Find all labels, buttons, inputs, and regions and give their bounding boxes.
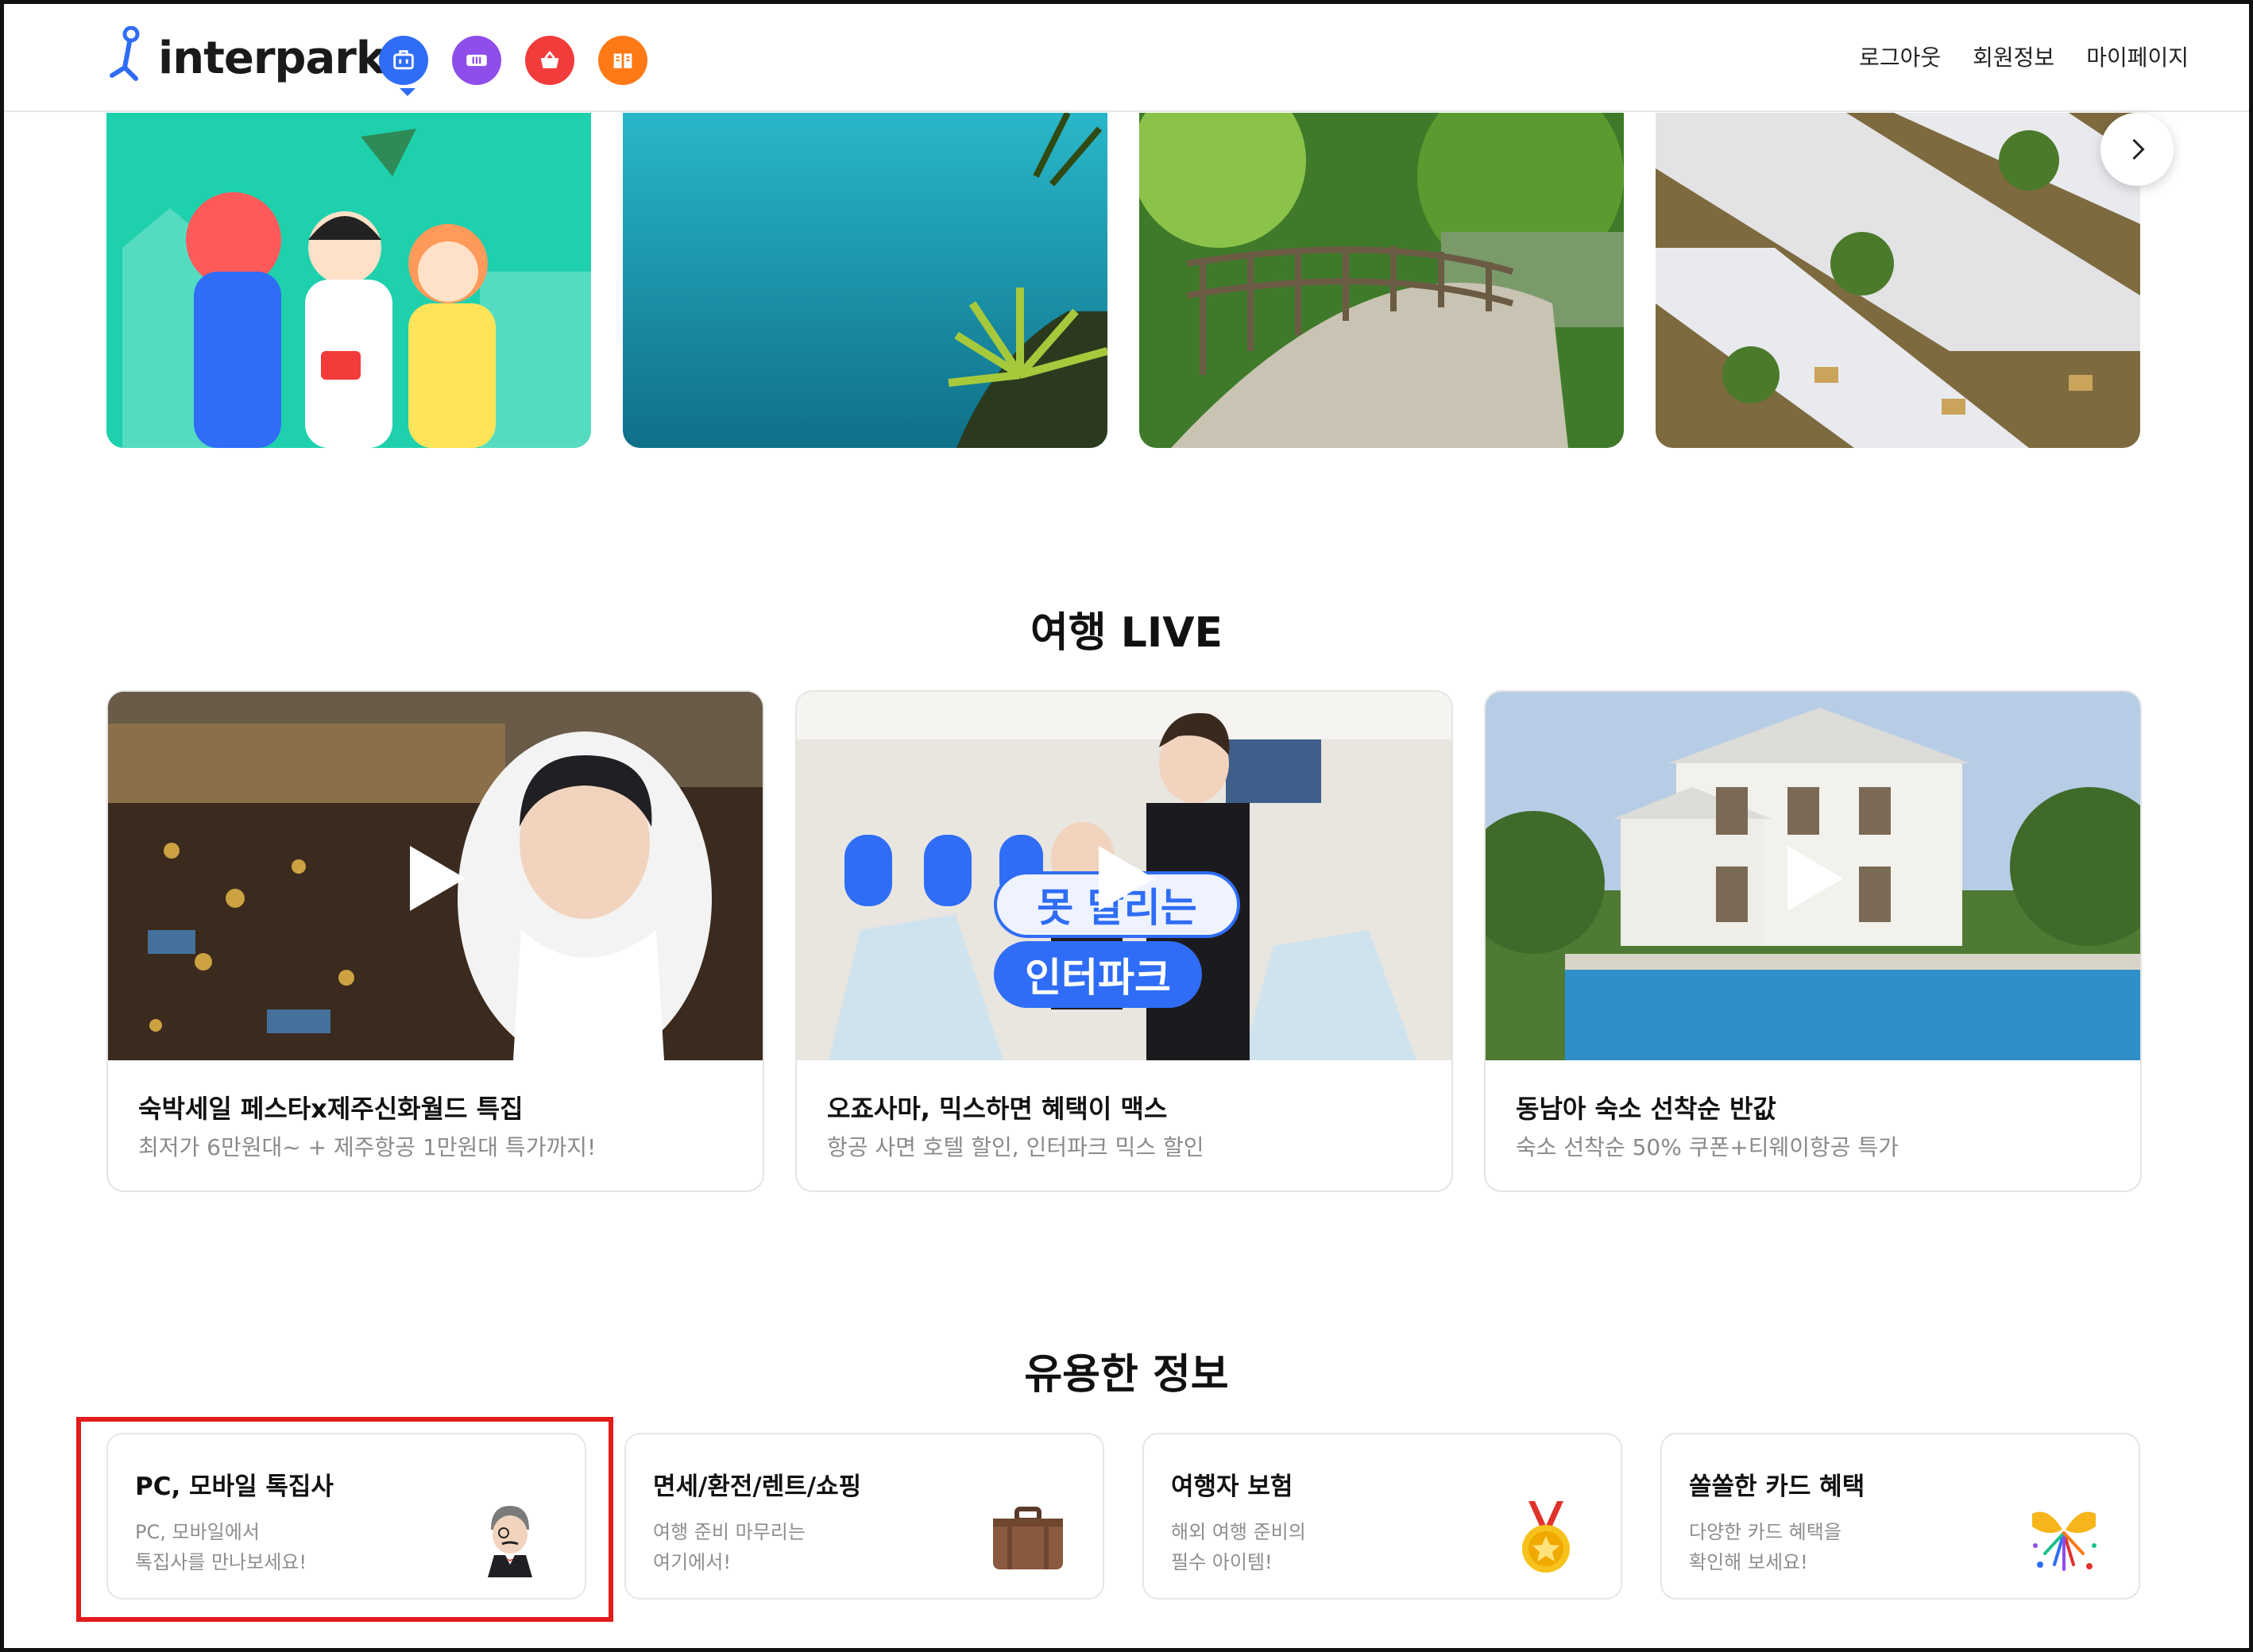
info-card-desc: 여행 준비 마무리는 여기에서! — [653, 1517, 806, 1577]
banner-card-4[interactable] — [1656, 113, 2140, 448]
interpark-logo[interactable]: interpark — [106, 26, 385, 90]
medal-icon — [1522, 1501, 1570, 1573]
info-card-duty-free[interactable]: 면세/환전/렌트/쇼핑 여행 준비 마무리는 여기에서! — [624, 1433, 1104, 1600]
banner-card-3[interactable] — [1139, 113, 1624, 448]
play-icon[interactable] — [1783, 843, 1846, 914]
ocean-palm-photo — [623, 113, 1107, 448]
play-icon[interactable] — [1094, 843, 1157, 914]
chevron-right-icon — [2132, 138, 2145, 160]
info-card-card-benefits[interactable]: 쏠쏠한 카드 혜택 다양한 카드 혜택을 확인해 보세요! — [1660, 1433, 2140, 1600]
info-card-title: 여행자 보험 — [1171, 1473, 1293, 1501]
book-icon — [613, 53, 632, 68]
travel-bag-icon — [393, 50, 414, 70]
live-card-subtitle: 숙소 선착순 50% 쿠폰+티웨이항공 특가 — [1516, 1134, 1899, 1160]
info-card-desc: 다양한 카드 혜택을 확인해 보세요! — [1689, 1517, 1841, 1577]
live-card-3[interactable]: 동남아 숙소 선착순 반값 숙소 선착순 50% 쿠폰+티웨이항공 특가 — [1484, 690, 2142, 1192]
top-nav: 로그아웃 회원정보 마이페이지 — [1859, 41, 2189, 72]
info-card-travel-insurance[interactable]: 여행자 보험 해외 여행 준비의 필수 아이템! — [1142, 1433, 1622, 1600]
banner-next-button[interactable] — [2100, 113, 2174, 186]
brand-name: interpark — [158, 32, 385, 84]
logout-link[interactable]: 로그아웃 — [1859, 41, 1941, 72]
info-section-title: 유용한 정보 — [1024, 1351, 1229, 1399]
header: interpark 로그아웃 회원정보 마이페이지 — [4, 4, 2249, 112]
garden-bridge-photo — [1139, 113, 1624, 448]
active-service-caret — [400, 88, 415, 96]
member-info-link[interactable]: 회원정보 — [1973, 41, 2054, 72]
info-card-desc: 해외 여행 준비의 필수 아이템! — [1171, 1517, 1306, 1577]
market-tents-photo — [1656, 113, 2140, 448]
confetti-icon — [2032, 1511, 2096, 1571]
mypage-link[interactable]: 마이페이지 — [2086, 41, 2189, 72]
info-card-desc-line: 확인해 보세요! — [1689, 1551, 1808, 1573]
ticket-icon — [466, 54, 487, 67]
live-card-1[interactable]: 숙박세일 페스타x제주신화월드 특집 최저가 6만원대~ + 제주항공 1만원대… — [106, 690, 764, 1192]
live-card-title: 동남아 숙소 선착순 반값 — [1516, 1094, 1776, 1124]
live-card-title: 숙박세일 페스타x제주신화월드 특집 — [138, 1094, 524, 1124]
banner-card-2[interactable] — [623, 113, 1107, 448]
shopping-service-button[interactable] — [525, 36, 574, 85]
live-thumbnail-3 — [1486, 692, 2140, 1060]
live-thumbnail-1 — [108, 692, 763, 1060]
info-card-desc-line: 필수 아이템! — [1171, 1551, 1273, 1573]
live-card-subtitle: 최저가 6만원대~ + 제주항공 1만원대 특가까지! — [138, 1134, 597, 1160]
live-section-title: 여행 LIVE — [1030, 609, 1223, 657]
overlay-tag-bottom: 인터파크 — [994, 941, 1202, 1008]
travelers-illustration — [106, 113, 591, 448]
travel-service-button[interactable] — [379, 36, 428, 85]
ticket-service-button[interactable] — [452, 36, 501, 85]
info-card-desc-line: 여기에서! — [653, 1551, 731, 1573]
info-card-desc-line: 다양한 카드 혜택을 — [1689, 1521, 1841, 1543]
info-card-desc-line: 여행 준비 마무리는 — [653, 1521, 806, 1543]
banner-card-1[interactable] — [106, 113, 591, 448]
info-card-desc-line: 해외 여행 준비의 — [1171, 1521, 1306, 1543]
play-icon[interactable] — [405, 843, 469, 914]
live-card-subtitle: 항공 사면 호텔 할인, 인터파크 믹스 할인 — [827, 1134, 1204, 1160]
suitcase-icon — [993, 1507, 1063, 1569]
highlight-box — [76, 1417, 613, 1622]
live-card-2[interactable]: 못 말리는 인터파크 오죠사마, 믹스하면 혜택이 맥스 항공 사면 호텔 할인… — [795, 690, 1453, 1192]
info-card-title: 쏠쏠한 카드 혜택 — [1689, 1473, 1865, 1501]
live-card-title: 오죠사마, 믹스하면 혜택이 맥스 — [827, 1094, 1168, 1124]
logo-mark-icon — [110, 26, 140, 81]
shopping-basket-icon — [540, 50, 559, 68]
info-card-title: 면세/환전/렌트/쇼핑 — [653, 1473, 862, 1501]
book-service-button[interactable] — [598, 36, 647, 85]
live-thumbnail-2: 못 말리는 인터파크 — [797, 692, 1451, 1060]
